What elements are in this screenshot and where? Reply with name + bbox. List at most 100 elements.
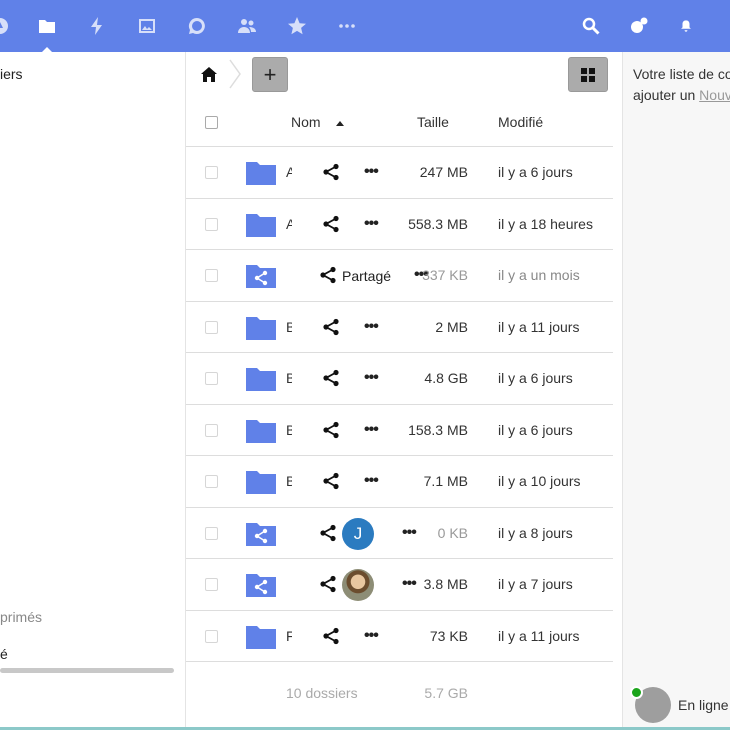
table-row[interactable]: A ••• 247 MB il y a 6 jours — [186, 147, 613, 199]
folder-icon[interactable] — [246, 624, 276, 649]
file-name[interactable]: A — [286, 164, 292, 180]
table-row[interactable]: A ••• 558.3 MB il y a 18 heures — [186, 199, 613, 250]
row-checkbox[interactable] — [205, 269, 218, 282]
file-size: 0 KB — [437, 524, 468, 541]
more-actions-icon[interactable]: ••• — [364, 627, 379, 645]
right-panel: Votre liste de co ajouter un Nouv En lig… — [622, 52, 730, 730]
owner-avatar[interactable] — [342, 569, 374, 601]
file-name[interactable]: B — [286, 422, 292, 438]
select-all-checkbox[interactable] — [205, 116, 218, 129]
new-contact-link[interactable]: Nouv — [699, 87, 730, 103]
files-icon[interactable] — [33, 12, 61, 53]
photos-icon[interactable] — [133, 12, 161, 40]
more-actions-icon[interactable]: ••• — [402, 524, 417, 542]
share-icon[interactable] — [322, 421, 340, 439]
file-size: 73 KB — [429, 627, 468, 644]
file-name[interactable]: F — [286, 628, 292, 644]
file-modified: il y a 6 jours — [498, 164, 573, 180]
sort-ascending-icon — [336, 120, 345, 126]
shared-folder-icon[interactable] — [246, 263, 276, 288]
sidebar-scrollbar[interactable] — [0, 668, 174, 673]
column-modified-header[interactable]: Modifié — [498, 114, 543, 130]
column-size-header[interactable]: Taille — [417, 114, 449, 130]
shared-folder-icon[interactable] — [246, 572, 276, 597]
row-checkbox[interactable] — [205, 475, 218, 488]
folder-icon[interactable] — [246, 160, 276, 185]
notifications-icon[interactable] — [672, 12, 700, 40]
row-checkbox[interactable] — [205, 423, 218, 437]
more-actions-icon[interactable]: ••• — [364, 215, 379, 233]
share-icon[interactable] — [319, 524, 337, 542]
folder-icon[interactable] — [246, 418, 276, 443]
table-row[interactable]: Partagé ••• 337 KB il y a un mois — [186, 250, 613, 302]
contacts-icon[interactable] — [233, 12, 261, 40]
table-row[interactable]: B ••• 158.3 MB il y a 6 jours — [186, 405, 613, 456]
more-actions-icon[interactable]: ••• — [402, 575, 417, 593]
top-bar — [0, 0, 730, 53]
file-modified: il y a 7 jours — [498, 576, 573, 592]
table-row[interactable]: B ••• 7.1 MB il y a 10 jours — [186, 456, 613, 508]
share-icon[interactable] — [322, 163, 340, 181]
row-checkbox[interactable] — [205, 372, 218, 385]
folder-icon[interactable] — [246, 315, 276, 340]
contacts-menu-icon[interactable] — [625, 12, 653, 40]
more-actions-icon[interactable]: ••• — [364, 369, 379, 387]
shared-label[interactable]: Partagé — [342, 268, 391, 284]
activity-icon[interactable] — [83, 12, 111, 40]
folder-icon[interactable] — [246, 366, 276, 391]
file-list-area: + Nom Taille Modifié A ••• 247 MB il y a… — [186, 52, 622, 730]
talk-icon[interactable] — [183, 12, 211, 40]
share-icon[interactable] — [322, 215, 340, 233]
file-name[interactable]: B — [286, 319, 292, 335]
more-actions-icon[interactable]: ••• — [364, 421, 379, 439]
share-icon[interactable] — [322, 318, 340, 336]
user-status-label[interactable]: En ligne — [678, 697, 729, 713]
row-checkbox[interactable] — [205, 320, 218, 334]
row-checkbox[interactable] — [205, 629, 218, 643]
online-status-icon — [630, 686, 643, 699]
sidebar-item-all-files[interactable]: iers — [0, 66, 23, 82]
sidebar-item-deleted-files[interactable]: primés — [0, 609, 42, 625]
file-modified: il y a un mois — [498, 267, 580, 283]
more-apps-icon[interactable] — [333, 12, 361, 40]
row-checkbox[interactable] — [205, 166, 218, 179]
home-icon[interactable] — [198, 64, 220, 86]
owner-avatar[interactable]: J — [342, 517, 374, 550]
grid-icon — [581, 67, 595, 82]
shared-folder-icon[interactable] — [246, 521, 276, 546]
share-icon[interactable] — [322, 627, 340, 645]
empty-contacts-message: Votre liste de co ajouter un Nouv — [633, 64, 730, 106]
folder-icon[interactable] — [246, 212, 276, 237]
table-row[interactable]: B ••• 4.8 GB il y a 6 jours — [186, 353, 613, 405]
file-name[interactable]: B — [286, 370, 292, 386]
share-icon[interactable] — [322, 472, 340, 490]
row-checkbox[interactable] — [205, 526, 218, 540]
file-modified: il y a 10 jours — [498, 473, 581, 489]
grid-view-toggle[interactable] — [568, 57, 608, 92]
dashboard-icon[interactable] — [0, 12, 14, 40]
folder-icon[interactable] — [246, 469, 276, 494]
row-checkbox[interactable] — [205, 217, 218, 231]
file-size: 7.1 MB — [423, 473, 468, 489]
share-icon[interactable] — [322, 369, 340, 387]
table-row[interactable]: F ••• 73 KB il y a 11 jours — [186, 611, 613, 662]
search-icon[interactable] — [577, 12, 605, 40]
more-actions-icon[interactable]: ••• — [364, 163, 379, 181]
row-checkbox[interactable] — [205, 578, 218, 591]
file-size: 4.8 GB — [424, 370, 468, 386]
favorites-icon[interactable] — [283, 12, 311, 40]
file-modified: il y a 6 jours — [498, 370, 573, 386]
column-name-header[interactable]: Nom — [291, 114, 345, 130]
file-name[interactable]: A — [286, 216, 292, 232]
table-row[interactable]: B ••• 2 MB il y a 11 jours — [186, 302, 613, 353]
sidebar-item-settings[interactable]: é — [0, 646, 8, 662]
table-row[interactable]: J ••• 0 KB il y a 8 jours — [186, 508, 613, 559]
file-size: 2 MB — [435, 318, 468, 335]
share-icon[interactable] — [319, 575, 337, 593]
share-icon[interactable] — [319, 266, 337, 284]
table-row[interactable]: ••• 3.8 MB il y a 7 jours — [186, 559, 613, 611]
file-name[interactable]: B — [286, 473, 292, 489]
more-actions-icon[interactable]: ••• — [364, 318, 379, 336]
more-actions-icon[interactable]: ••• — [364, 472, 379, 490]
add-new-button[interactable]: + — [252, 57, 288, 92]
